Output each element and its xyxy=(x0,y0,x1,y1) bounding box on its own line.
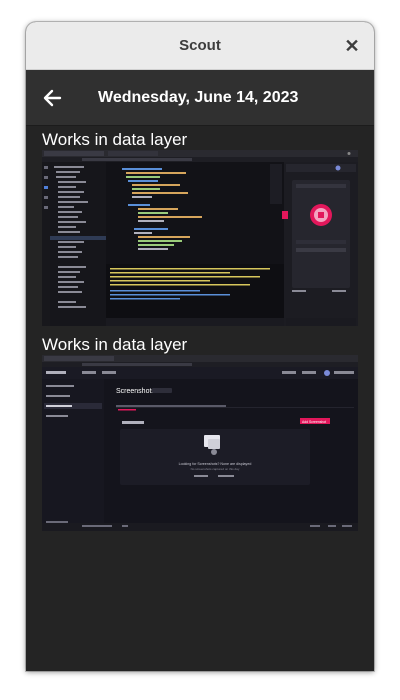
empty-state-title: Looking for Screenshots? None are displa… xyxy=(179,462,252,466)
window-title: Scout xyxy=(179,37,221,54)
entry-label: Works in data layer xyxy=(42,335,188,354)
screenshot-image-app: Screenshots Add Screenshot Looking for S… xyxy=(42,355,358,531)
day-header: Wednesday, June 14, 2023 xyxy=(26,70,374,126)
date-title: Wednesday, June 14, 2023 xyxy=(98,89,299,106)
page-heading: Screenshots xyxy=(116,388,155,395)
screenshot-thumbnail[interactable] xyxy=(42,150,358,326)
app-window: Scout ✕ Wednesday, June 14, 2023 Works i… xyxy=(26,22,374,671)
entry-label: Works in data layer xyxy=(42,130,188,149)
back-button[interactable] xyxy=(40,85,66,111)
close-icon: ✕ xyxy=(344,36,360,56)
close-button[interactable]: ✕ xyxy=(340,34,364,58)
empty-state-subtitle: No screenshots captured on this day xyxy=(191,467,240,471)
screenshot-image-ide xyxy=(42,150,358,326)
screenshot-thumbnail[interactable]: Screenshots Add Screenshot Looking for S… xyxy=(42,355,358,531)
title-bar: Scout ✕ xyxy=(26,22,374,70)
add-screenshot-label: Add Screenshot xyxy=(302,420,326,424)
arrow-left-icon xyxy=(43,89,62,107)
